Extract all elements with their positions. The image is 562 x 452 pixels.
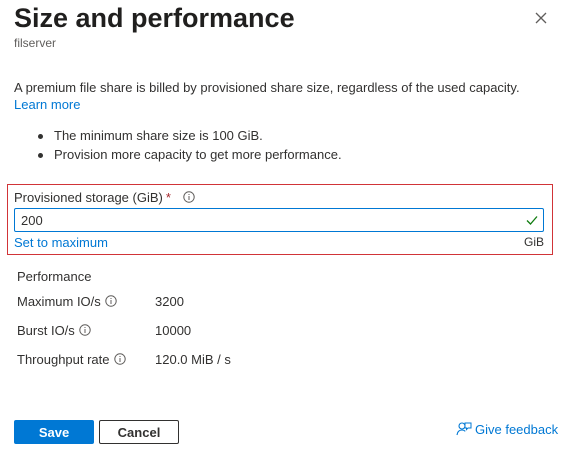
panel-title: Size and performance: [14, 3, 295, 33]
performance-value: 120.0 MiB / s: [155, 352, 231, 367]
storage-unit: GiB: [523, 235, 544, 249]
performance-row-burst-iops: Burst IO/s 10000: [17, 323, 191, 338]
info-icon[interactable]: [79, 324, 91, 336]
set-to-maximum-link[interactable]: Set to maximum: [14, 235, 108, 250]
close-button[interactable]: [531, 8, 551, 28]
give-feedback-label: Give feedback: [475, 422, 559, 437]
provisioned-storage-field: [14, 208, 544, 232]
provisioned-storage-label: Provisioned storage (GiB): [14, 190, 163, 205]
check-icon: [526, 216, 538, 225]
give-feedback-link[interactable]: Give feedback: [456, 421, 558, 437]
learn-more-link[interactable]: Learn more: [14, 97, 80, 112]
performance-value: 10000: [155, 323, 192, 338]
storage-info-button[interactable]: [182, 190, 195, 205]
performance-heading: Performance: [17, 269, 92, 284]
save-button[interactable]: Save: [14, 420, 94, 444]
provisioned-storage-section: Provisioned storage (GiB)* Set to maximu…: [7, 184, 553, 255]
cancel-button[interactable]: Cancel: [99, 420, 179, 444]
panel-subtitle: filserver: [14, 36, 57, 50]
description-text: A premium file share is billed by provis…: [14, 80, 520, 95]
performance-value: 3200: [155, 294, 184, 309]
performance-label: Maximum IO/s: [17, 294, 101, 309]
bullet-list: The minimum share size is 100 GiB. Provi…: [36, 126, 342, 164]
provisioned-storage-input[interactable]: [21, 211, 511, 229]
info-icon[interactable]: [113, 353, 126, 365]
info-icon[interactable]: [105, 295, 117, 307]
performance-row-max-iops: Maximum IO/s 3200: [17, 294, 184, 309]
feedback-icon: [456, 422, 472, 436]
performance-row-throughput: Throughput rate 120.0 MiB / s: [17, 352, 231, 367]
info-icon: [182, 191, 195, 203]
required-marker: *: [165, 190, 171, 205]
performance-label: Throughput rate: [17, 352, 110, 367]
bullet-item: Provision more capacity to get more perf…: [36, 145, 342, 164]
provisioned-storage-label-row: Provisioned storage (GiB) *: [14, 190, 195, 205]
close-icon: [535, 12, 547, 24]
bullet-item: The minimum share size is 100 GiB.: [36, 126, 342, 145]
performance-label: Burst IO/s: [17, 323, 75, 338]
